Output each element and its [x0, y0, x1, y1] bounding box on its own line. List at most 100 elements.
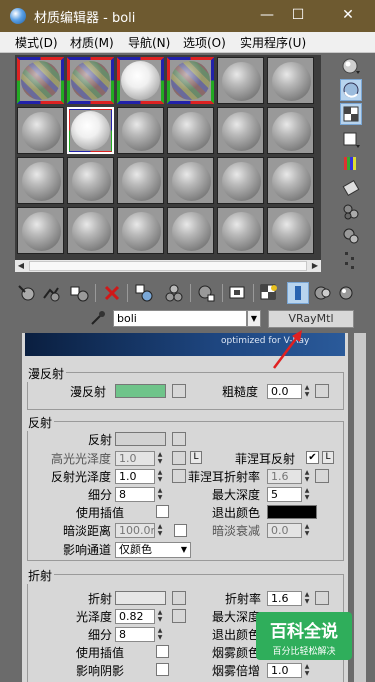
put-to-library-icon[interactable]: [163, 282, 185, 304]
sample-slot-active[interactable]: [67, 107, 114, 154]
sample-slot[interactable]: [217, 107, 264, 154]
select-by-material-icon[interactable]: [340, 225, 362, 247]
sample-slot[interactable]: [17, 157, 64, 204]
sample-slot[interactable]: [167, 207, 214, 254]
show-end-result-icon[interactable]: [258, 282, 280, 304]
hilight-glossiness-spinner-icon[interactable]: ▲ ▼: [156, 451, 164, 466]
backlight-icon[interactable]: [340, 79, 362, 101]
reflection-glossiness-field[interactable]: 1.0: [115, 469, 155, 484]
sample-slot[interactable]: [67, 207, 114, 254]
go-forward-to-sibling-icon[interactable]: [311, 282, 333, 304]
panel-vertical-scrollbar[interactable]: [354, 333, 366, 682]
fresnel-ior-field[interactable]: 1.6: [267, 469, 302, 484]
reflect-subdivs-spinner-icon[interactable]: ▲ ▼: [156, 487, 164, 502]
fresnel-ior-spinner-icon[interactable]: ▲ ▼: [303, 469, 311, 484]
sample-slot[interactable]: [67, 157, 114, 204]
dim-falloff-spinner-icon[interactable]: ▲ ▼: [303, 523, 311, 538]
sample-slot[interactable]: [217, 207, 264, 254]
options-icon[interactable]: [340, 201, 362, 223]
fog-multiplier-field[interactable]: 1.0: [267, 663, 302, 678]
fog-multiplier-spinner-icon[interactable]: ▲ ▼: [303, 663, 311, 678]
close-button[interactable]: ✕: [334, 4, 362, 26]
material-map-navigator-icon[interactable]: [340, 249, 362, 271]
background-icon[interactable]: [340, 103, 362, 125]
sample-slot[interactable]: [267, 57, 314, 104]
sample-slot[interactable]: [267, 107, 314, 154]
sample-slot[interactable]: [117, 57, 164, 104]
reset-map-icon[interactable]: [101, 282, 123, 304]
reflect-map-button[interactable]: [172, 432, 186, 446]
uv-tiling-icon[interactable]: [340, 129, 362, 151]
minimize-button[interactable]: —: [253, 4, 281, 26]
menu-options[interactable]: 选项(O): [183, 34, 226, 51]
sample-slot[interactable]: [117, 107, 164, 154]
ior-spinner-icon[interactable]: ▲ ▼: [303, 591, 311, 606]
reflect-use-interpolation-checkbox[interactable]: [156, 505, 169, 518]
sample-slot[interactable]: [167, 157, 214, 204]
sample-slot[interactable]: [167, 57, 214, 104]
sample-slot[interactable]: [67, 57, 114, 104]
reflect-exit-color-swatch[interactable]: [267, 505, 317, 519]
material-name-field[interactable]: boli: [113, 310, 247, 327]
diffuse-color-swatch[interactable]: [115, 384, 166, 398]
make-preview-icon[interactable]: [340, 177, 362, 199]
sample-slot[interactable]: [17, 57, 64, 104]
maximize-button[interactable]: ☐: [284, 4, 312, 26]
get-material-icon[interactable]: [16, 282, 38, 304]
roughness-map-button[interactable]: [315, 384, 329, 398]
scroll-left-icon[interactable]: ◀: [15, 260, 27, 272]
eyedropper-icon[interactable]: [90, 310, 106, 326]
sample-slot[interactable]: [17, 207, 64, 254]
reflect-max-depth-spinner-icon[interactable]: ▲ ▼: [303, 487, 311, 502]
material-map-display-icon[interactable]: [335, 282, 357, 304]
refract-glossiness-spinner-icon[interactable]: ▲ ▼: [156, 609, 164, 624]
scroll-thumb[interactable]: [29, 261, 307, 271]
go-to-parent-icon[interactable]: [287, 282, 309, 304]
put-to-scene-icon[interactable]: [40, 282, 62, 304]
dim-distance-spinner-icon[interactable]: ▲ ▼: [156, 523, 164, 538]
sample-slot[interactable]: [117, 157, 164, 204]
menu-utilities[interactable]: 实用程序(U): [240, 34, 306, 51]
sample-slot[interactable]: [117, 207, 164, 254]
roughness-spinner-icon[interactable]: ▲ ▼: [303, 384, 311, 399]
dim-falloff-field[interactable]: 0.0: [267, 523, 302, 538]
fresnel-ior-map-button[interactable]: [315, 469, 329, 483]
hilight-glossiness-map-button[interactable]: [172, 451, 186, 465]
refract-subdivs-field[interactable]: 8: [115, 627, 155, 642]
refract-map-button[interactable]: [172, 591, 186, 605]
reflect-max-depth-field[interactable]: 5: [267, 487, 302, 502]
sample-type-icon[interactable]: [340, 55, 362, 77]
diffuse-map-button[interactable]: [172, 384, 186, 398]
ior-map-button[interactable]: [315, 591, 329, 605]
make-unique-icon[interactable]: [133, 282, 155, 304]
hilight-lock-button[interactable]: L: [190, 451, 202, 464]
dim-distance-field[interactable]: 100.0m: [115, 523, 155, 538]
refract-glossiness-map-button[interactable]: [172, 609, 186, 623]
slots-horizontal-scrollbar[interactable]: ◀ ▶: [15, 260, 321, 272]
sample-slot[interactable]: [267, 207, 314, 254]
fresnel-lock-button[interactable]: L: [322, 451, 334, 464]
roughness-field[interactable]: 0.0: [267, 384, 302, 399]
reflection-glossiness-map-button[interactable]: [172, 469, 186, 483]
sample-slot[interactable]: [217, 57, 264, 104]
scroll-right-icon[interactable]: ▶: [309, 260, 321, 272]
chevron-down-icon[interactable]: ▼: [247, 310, 261, 327]
material-id-channel-icon[interactable]: [195, 282, 217, 304]
refract-use-interpolation-checkbox[interactable]: [156, 645, 169, 658]
sample-slot[interactable]: [267, 157, 314, 204]
assign-to-selection-icon[interactable]: [68, 282, 90, 304]
reflect-color-swatch[interactable]: [115, 432, 166, 446]
affect-channels-select[interactable]: 仅颜色 ▼: [115, 542, 191, 558]
refract-glossiness-field[interactable]: 0.82: [115, 609, 155, 624]
refract-color-swatch[interactable]: [115, 591, 166, 605]
sample-slot[interactable]: [217, 157, 264, 204]
reflect-subdivs-field[interactable]: 8: [115, 487, 155, 502]
refract-subdivs-spinner-icon[interactable]: ▲ ▼: [156, 627, 164, 642]
affect-shadows-checkbox[interactable]: [156, 663, 169, 676]
sample-slot[interactable]: [167, 107, 214, 154]
menu-navigation[interactable]: 导航(N): [128, 34, 170, 51]
show-map-in-viewport-icon[interactable]: [227, 282, 249, 304]
dim-distance-checkbox[interactable]: [174, 524, 187, 537]
video-color-check-icon[interactable]: [340, 153, 362, 175]
sample-slot[interactable]: [17, 107, 64, 154]
